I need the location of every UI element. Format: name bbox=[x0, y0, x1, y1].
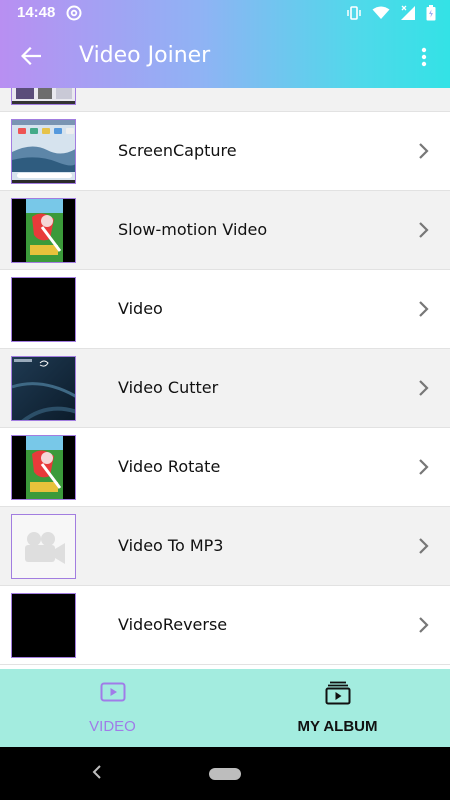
list-item-label: Video Rotate bbox=[118, 457, 221, 476]
play-box-icon bbox=[100, 682, 125, 702]
thumbnail bbox=[11, 356, 76, 421]
signal-icon bbox=[401, 5, 415, 20]
camera-placeholder-icon bbox=[25, 532, 65, 564]
thumbnail bbox=[11, 119, 76, 184]
list-item[interactable]: Video bbox=[0, 270, 450, 349]
chevron-right-icon bbox=[419, 380, 429, 396]
page-title: Video Joiner bbox=[79, 43, 211, 68]
app-bar: Video Joiner bbox=[0, 26, 450, 88]
list-item-label: Slow-motion Video bbox=[118, 220, 268, 239]
cartoon-frame-thumbnail bbox=[12, 199, 75, 262]
list-item[interactable]: Video Cutter bbox=[0, 349, 450, 428]
overflow-menu-button[interactable] bbox=[410, 42, 438, 72]
list-item-label: Video Cutter bbox=[118, 378, 219, 397]
album-icon bbox=[325, 681, 350, 705]
list-item[interactable] bbox=[0, 88, 450, 112]
list-item-label: Video bbox=[118, 299, 163, 318]
thumbnail bbox=[11, 277, 76, 342]
tab-my-album-label: MY ALBUM bbox=[297, 718, 378, 735]
system-back-icon[interactable] bbox=[92, 765, 102, 779]
bottom-navigation: VIDEO MY ALBUM bbox=[0, 669, 450, 747]
list-item[interactable]: Video Rotate bbox=[0, 428, 450, 507]
arrow-back-icon bbox=[21, 47, 41, 65]
cartoon-frame-thumbnail bbox=[12, 436, 75, 499]
list-item-label: VideoReverse bbox=[118, 615, 228, 634]
thumbnail bbox=[11, 435, 76, 500]
list-item-label: Video To MP3 bbox=[118, 536, 224, 555]
chevron-right-icon bbox=[419, 143, 429, 159]
chevron-right-icon bbox=[419, 222, 429, 238]
partial-screenshot-thumbnail bbox=[12, 88, 75, 104]
status-icons bbox=[346, 4, 436, 22]
system-navigation-bar bbox=[0, 747, 450, 800]
tab-my-album[interactable]: MY ALBUM bbox=[225, 669, 450, 747]
chevron-right-icon bbox=[419, 459, 429, 475]
phone-screenshot-thumbnail bbox=[12, 120, 75, 183]
more-vertical-icon bbox=[421, 47, 427, 67]
system-home-button[interactable] bbox=[209, 768, 241, 780]
chevron-right-icon bbox=[419, 538, 429, 554]
back-button[interactable] bbox=[16, 41, 46, 71]
dark-blue-frame-thumbnail bbox=[12, 357, 75, 420]
thumbnail bbox=[11, 514, 76, 579]
list-item[interactable]: Video To MP3 bbox=[0, 507, 450, 586]
thumbnail bbox=[11, 593, 76, 658]
battery-icon bbox=[426, 5, 436, 21]
tab-video[interactable]: VIDEO bbox=[0, 669, 225, 747]
thumbnail bbox=[11, 88, 76, 105]
list-item[interactable]: ScreenCapture bbox=[0, 112, 450, 191]
status-time: 14:48 bbox=[17, 4, 56, 21]
list-item[interactable]: VideoReverse bbox=[0, 586, 450, 665]
chevron-right-icon bbox=[419, 301, 429, 317]
vibrate-icon bbox=[347, 6, 361, 20]
status-bar: 14:48 bbox=[0, 0, 450, 26]
thumbnail bbox=[11, 198, 76, 263]
list-item[interactable]: Slow-motion Video bbox=[0, 191, 450, 270]
tab-video-label: VIDEO bbox=[89, 718, 136, 735]
at-sign-notification-icon bbox=[66, 5, 82, 21]
top-bar: 14:48 Video Joiner bbox=[0, 0, 450, 88]
chevron-right-icon bbox=[419, 617, 429, 633]
album-list[interactable]: ScreenCapture Slow-motion Video Video Vi… bbox=[0, 88, 450, 669]
wifi-icon bbox=[372, 6, 390, 19]
list-item-label: ScreenCapture bbox=[118, 141, 237, 160]
